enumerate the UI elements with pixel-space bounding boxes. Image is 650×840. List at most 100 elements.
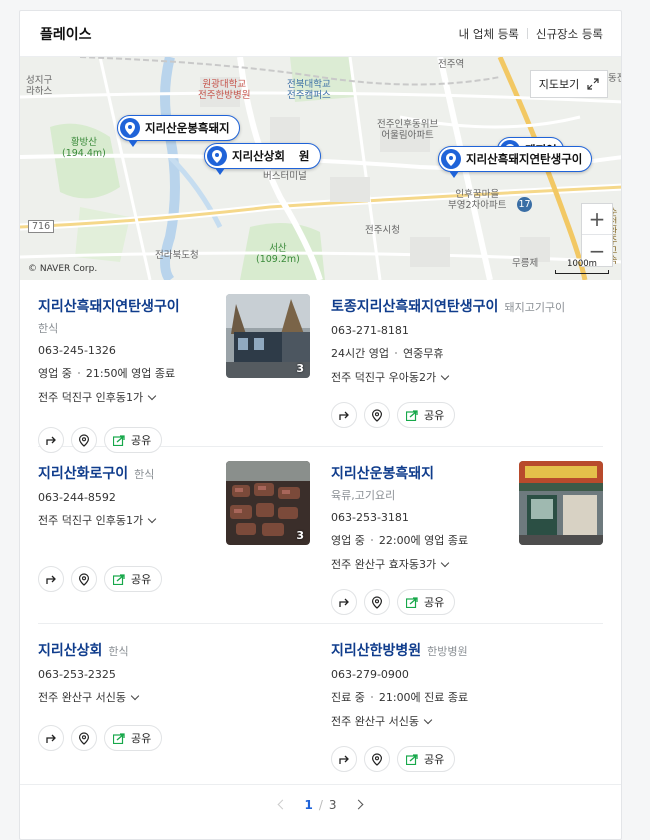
map-label: 성지구 라하스 [26,75,53,97]
place-hours: 21:50에 영업 종료 [85,367,176,380]
map-scale-label: 1000m [567,259,597,269]
map-location-button[interactable] [71,725,97,751]
place-phone: 063-253-2325 [38,668,310,681]
place-address[interactable]: 전주 덕진구 인후동1가 [38,389,310,405]
place-address-text: 전주 완산구 서신동 [331,715,419,728]
map-location-button[interactable] [364,589,390,615]
place-item: 지리산상회 한식 063-253-2325 전주 완산구 서신동 공유 [38,624,310,784]
expand-icon [587,78,599,90]
map-label: 전북대학교 전주캠퍼스 [287,79,331,101]
place-phone: 063-271-8181 [331,324,603,337]
chevron-down-icon [423,715,433,724]
share-icon [113,434,125,446]
place-phone: 063-279-0900 [331,668,603,681]
share-icon [406,753,418,765]
place-photo[interactable]: 3 [226,461,310,545]
separator-dot [394,352,397,354]
separator-dot [370,696,373,698]
share-label: 공유 [424,753,445,766]
zoom-control: + − [581,203,613,267]
share-button[interactable]: 공유 [397,589,456,615]
place-title-line: 토종지리산흑돼지연탄생구이 돼지고기구이 [331,296,603,316]
map-label: 전주인후동위브 어울림아파트 [377,119,439,141]
map-label: 전주역 [438,59,465,70]
place-photo[interactable]: 3 [226,294,310,378]
map-label: 서산 (109.2m) [256,243,300,265]
map-location-button[interactable] [364,402,390,428]
map-location-button[interactable] [364,746,390,772]
map-pin-label: 원 [298,149,310,163]
share-icon [113,732,125,744]
place-address[interactable]: 전주 완산구 효자동3가 [331,556,603,572]
map-label: 무릉제 [512,258,539,269]
place-address-text: 전주 덕진구 인후동1가 [38,514,144,527]
directions-button[interactable] [38,725,64,751]
location-marker-icon [441,149,461,169]
map-scale: 1000m [555,259,609,274]
location-pin-icon [78,572,90,586]
next-page-button[interactable] [353,799,363,810]
share-button[interactable]: 공유 [104,725,163,751]
place-address[interactable]: 전주 덕진구 우아동2가 [331,369,603,385]
place-title-link[interactable]: 토종지리산흑돼지연탄생구이 [331,296,498,316]
share-button[interactable]: 공유 [397,402,456,428]
place-hours: 21:00에 진료 종료 [378,691,469,704]
previous-page-button[interactable] [278,799,288,810]
map-view[interactable]: 성지구라하스 원광대학교전주한방병원 전북대학교전주캠퍼스 전주역 동진 황방산… [20,57,621,280]
map-pin-label: 지리산상회 [232,149,285,163]
share-label: 공유 [424,409,445,422]
register-business-link[interactable]: 내 업체 등록 [459,26,519,42]
place-title-link[interactable]: 지리산흑돼지연탄생구이 [38,296,180,316]
place-title-link[interactable]: 지리산화로구이 [38,463,128,483]
place-address[interactable]: 전주 완산구 서신동 [331,713,603,729]
current-page: 1 [304,797,313,812]
place-address[interactable]: 전주 완산구 서신동 [38,689,310,705]
place-address-text: 전주 덕진구 우아동2가 [331,371,437,384]
share-button[interactable]: 공유 [397,746,456,772]
map-scale-bar [555,270,609,274]
map-label: 버스터미널 [263,171,307,182]
map-pin[interactable]: 지리산상회 원 [204,143,321,169]
zoom-in-button[interactable]: + [582,204,612,235]
place-photo[interactable] [519,461,603,545]
share-label: 공유 [424,596,445,609]
directions-button[interactable] [331,402,357,428]
separator-dot [77,372,80,374]
map-location-button[interactable] [71,566,97,592]
directions-button[interactable] [331,589,357,615]
map-view-button[interactable]: 지도보기 [530,70,608,98]
place-phone-number: 063-279-0900 [331,668,409,681]
place-item: 지리산한방병원 한방병원 063-279-0900 진료 중 21:00에 진료 … [331,624,603,784]
pin-tail [215,168,225,175]
directions-icon [46,734,56,743]
map-label: 전주시청 [365,225,400,236]
place-address-text: 전주 완산구 서신동 [38,691,126,704]
place-title-link[interactable]: 지리산한방병원 [331,640,421,660]
total-pages: 3 [328,797,337,812]
place-category: 한식 [134,468,155,481]
share-button[interactable]: 공유 [104,566,163,592]
map-pin[interactable]: 지리산운봉흑돼지 [117,115,240,141]
map-pin[interactable]: 지리산흑돼지연탄생구이 [438,146,593,172]
place-actions: 공유 [38,725,310,751]
share-label: 공유 [131,732,152,745]
place-address-text: 전주 덕진구 인후동1가 [38,391,144,404]
directions-button[interactable] [331,746,357,772]
header-links: 내 업체 등록 신규장소 등록 [459,26,603,42]
place-list: 지리산흑돼지연탄생구이 한식 063-245-1326 영업 중 21:50에 영… [20,280,621,784]
map-label: 황방산 (194.4m) [62,137,106,159]
pagination: 1 / 3 [20,784,621,824]
place-item: 지리산화로구이 한식 063-244-8592 전주 덕진구 인후동1가 3 공… [38,447,310,623]
map-pin-label: 지리산운봉흑돼지 [145,121,230,135]
photo-count: 3 [296,529,304,542]
place-item: 지리산운봉흑돼지 육류,고기요리 063-253-3181 영업 중 22:00에… [331,447,603,623]
place-title-link[interactable]: 지리산상회 [38,640,102,660]
directions-button[interactable] [38,566,64,592]
directions-icon [339,411,349,420]
place-status: 진료 중 21:00에 진료 종료 [331,689,603,705]
place-row: 지리산상회 한식 063-253-2325 전주 완산구 서신동 공유 지리산한… [38,624,603,784]
chevron-down-icon [147,391,157,400]
place-status-text: 24시간 영업 [331,347,389,360]
register-new-place-link[interactable]: 신규장소 등록 [536,26,603,42]
place-title-link[interactable]: 지리산운봉흑돼지 [331,463,434,483]
